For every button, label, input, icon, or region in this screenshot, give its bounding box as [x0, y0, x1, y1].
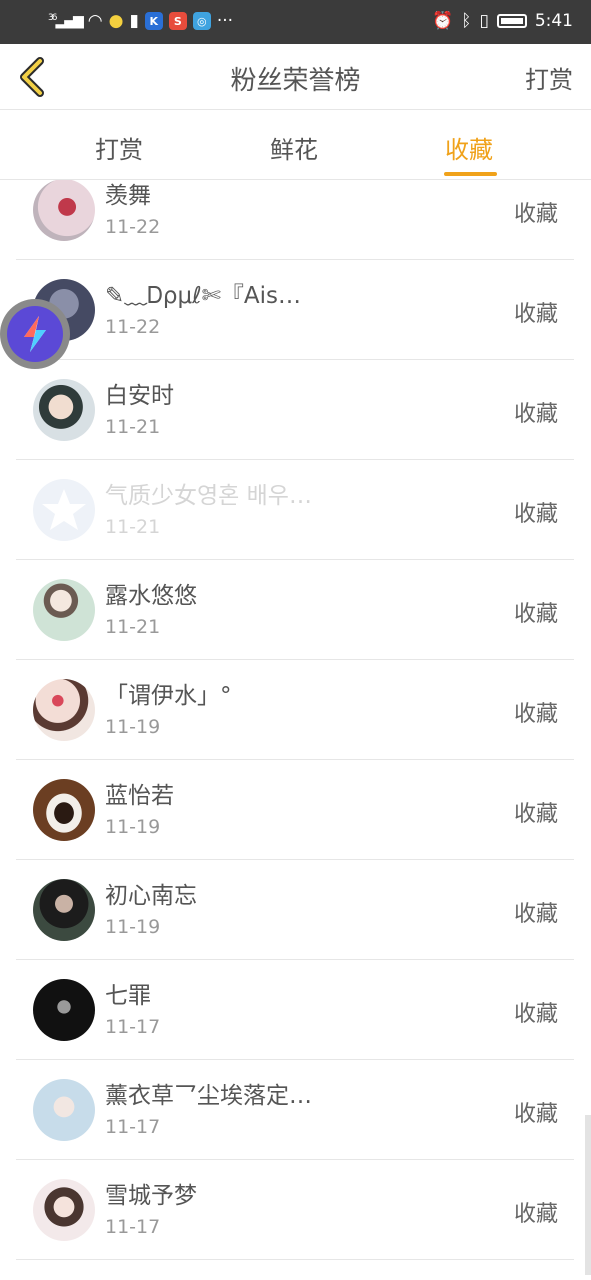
fan-name: 羡舞	[105, 183, 151, 209]
header: 粉丝荣誉榜 打赏	[0, 44, 591, 110]
fan-name: 气质少女영혼 배우…	[105, 483, 312, 509]
battery-small-icon: ▮	[129, 11, 139, 31]
avatar	[33, 1179, 95, 1241]
floating-assistant-button[interactable]	[0, 299, 70, 369]
default-avatar-icon	[42, 489, 86, 530]
bulb-icon: ●	[108, 11, 124, 31]
fan-date: 11-21	[105, 616, 161, 638]
fan-date: 11-19	[105, 916, 161, 938]
fan-name: 「谓伊水」°	[105, 683, 232, 709]
fan-name: 露水悠悠	[105, 583, 197, 609]
fan-name: 薰衣草乛尘埃落定…	[105, 1083, 312, 1109]
list-item[interactable]: 七罪 11-17 收藏	[16, 960, 574, 1060]
fan-name: 蓝怡若	[105, 783, 174, 809]
fan-list[interactable]: 羡舞 11-22 收藏 ✎﹏Ꭰρμℓ✄『Ais… 11-22 收藏 白安时 11…	[0, 180, 591, 1280]
fan-name: 雪城予梦	[105, 1183, 197, 1209]
fan-action: 收藏	[513, 802, 558, 827]
tab-favorites[interactable]: 收藏	[445, 130, 493, 165]
list-item[interactable]: 气质少女영혼 배우… 11-21 收藏	[16, 460, 574, 560]
fan-action: 收藏	[513, 902, 558, 927]
status-bar: 36▂▄▆ ◠ ● ▮ K S ◎ ··· ⏰ ᛒ ▯ 5:41	[0, 0, 591, 44]
reward-button[interactable]: 打赏	[525, 60, 573, 95]
fan-date: 11-22	[105, 316, 161, 338]
blue-app-icon: ◎	[192, 12, 211, 30]
avatar	[33, 579, 95, 641]
fan-date: 11-19	[105, 716, 161, 738]
fan-name: ✎﹏Ꭰρμℓ✄『Ais…	[105, 283, 301, 309]
list-item[interactable]: 蓝怡若 11-19 收藏	[16, 760, 574, 860]
k-app-icon: K	[144, 12, 163, 30]
tab-flowers[interactable]: 鲜花	[270, 130, 318, 165]
active-tab-indicator	[444, 172, 497, 176]
fan-date: 11-21	[105, 516, 161, 538]
page-title: 粉丝荣誉榜	[230, 66, 361, 96]
signal-icon: 36▂▄▆	[48, 13, 84, 29]
list-item[interactable]: ✎﹏Ꭰρμℓ✄『Ais… 11-22 收藏	[16, 260, 574, 360]
avatar	[33, 879, 95, 941]
avatar	[33, 779, 95, 841]
scrollbar[interactable]	[585, 1115, 591, 1275]
fan-date: 11-19	[105, 816, 161, 838]
fan-action: 收藏	[513, 1202, 558, 1227]
list-item[interactable]: 白安时 11-21 收藏	[16, 360, 574, 460]
fan-date: 11-17	[105, 1216, 161, 1238]
list-item[interactable]: 「谓伊水」° 11-19 收藏	[16, 660, 574, 760]
signal-label: 36	[48, 13, 58, 23]
list-item[interactable]: 薰衣草乛尘埃落定… 11-17 收藏	[16, 1060, 574, 1160]
avatar	[33, 379, 95, 441]
fan-action: 收藏	[513, 1002, 558, 1027]
avatar	[33, 479, 95, 541]
lightning-icon	[24, 316, 46, 352]
avatar	[33, 180, 95, 241]
fan-action: 收藏	[513, 1102, 558, 1127]
tab-bar: 打赏 鲜花 收藏	[0, 110, 591, 180]
fan-date: 11-22	[105, 216, 161, 238]
fan-name: 白安时	[105, 383, 174, 409]
vibrate-icon: ▯	[479, 11, 489, 31]
fan-date: 11-17	[105, 1016, 161, 1038]
avatar	[33, 679, 95, 741]
fan-action: 收藏	[513, 402, 558, 427]
more-icon: ···	[216, 11, 234, 31]
battery-icon	[496, 14, 527, 28]
avatar	[33, 1079, 95, 1141]
fan-action: 收藏	[513, 602, 558, 627]
status-time: 5:41	[534, 11, 573, 31]
fan-action: 收藏	[513, 202, 558, 227]
alarm-icon: ⏰	[432, 11, 454, 31]
fan-action: 收藏	[513, 502, 558, 527]
tab-reward[interactable]: 打赏	[95, 130, 143, 165]
fan-date: 11-21	[105, 416, 161, 438]
fan-action: 收藏	[513, 302, 558, 327]
list-item[interactable]: 初心南忘 11-19 收藏	[16, 860, 574, 960]
fan-action: 收藏	[513, 702, 558, 727]
bluetooth-icon: ᛒ	[461, 11, 472, 31]
assistant-badge	[7, 306, 63, 362]
fan-name: 初心南忘	[105, 883, 197, 909]
fan-name: 七罪	[105, 983, 151, 1009]
fan-date: 11-17	[105, 1116, 161, 1138]
list-item[interactable]: 露水悠悠 11-21 收藏	[16, 560, 574, 660]
wifi-icon: ◠	[87, 11, 103, 31]
list-item[interactable]: 羡舞 11-22 收藏	[16, 180, 574, 260]
s-app-icon: S	[168, 12, 187, 30]
list-item[interactable]: 雪城予梦 11-17 收藏	[16, 1160, 574, 1260]
avatar	[33, 979, 95, 1041]
